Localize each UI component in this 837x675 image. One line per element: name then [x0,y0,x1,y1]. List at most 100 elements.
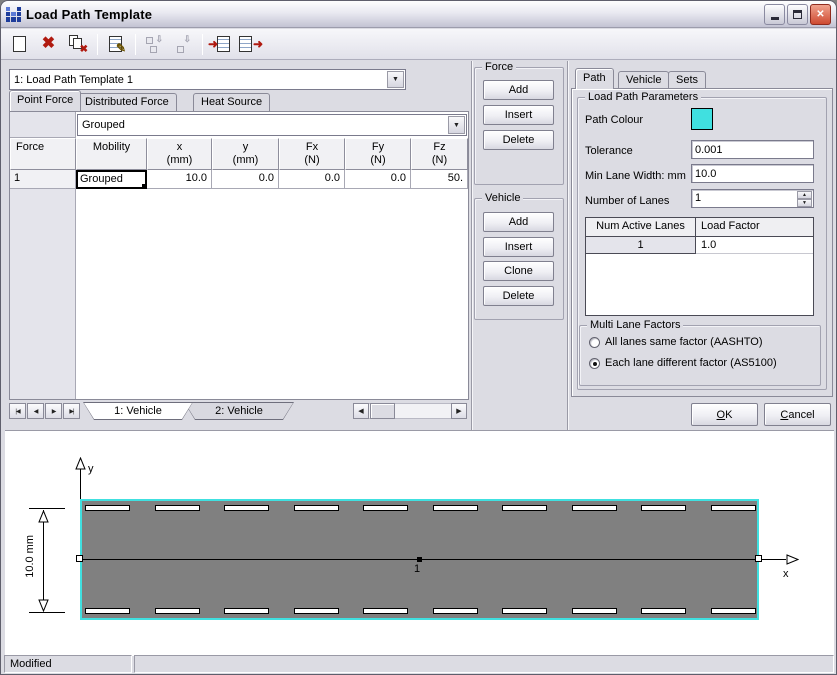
nav-prev-button[interactable]: ◀ [27,403,44,419]
force-grid: Grouped ▼ Force Mobility x(mm) y(mm) Fx(… [9,111,469,400]
lane-dash [641,505,686,511]
lanes-table: Num Active Lanes Load Factor 1 1.0 [585,217,814,316]
delete-all-icon: ✖ [80,45,88,55]
lane-dash [294,608,339,614]
lane-dash [85,505,130,511]
col-header-fz: Fz(N) [411,138,468,170]
template-select[interactable]: 1: Load Path Template 1 ▼ [9,69,406,90]
minimize-button[interactable] [764,4,785,25]
chevron-down-icon[interactable]: ▼ [387,71,404,88]
x-axis-arrow-icon [786,554,799,565]
multi-lane-factors-group: Multi Lane Factors [579,325,821,386]
scroll-left-button[interactable]: ◀ [353,403,369,419]
copy-cell-icon: ⇩ [183,35,191,44]
window-title: Load Path Template [26,7,152,22]
delete-all-button[interactable]: ✖ [64,32,91,57]
maximize-button[interactable] [787,4,808,25]
tab-heat-source[interactable]: Heat Source [193,93,270,111]
row-header-fill [10,189,76,399]
tab-point-force[interactable]: Point Force [9,90,81,111]
tab-vehicle[interactable]: Vehicle [618,71,669,89]
vehicle-clone-button[interactable]: Clone [483,261,554,281]
mobility-combo[interactable]: Grouped ▼ [77,114,467,136]
nav-last-button[interactable]: ▶| [63,403,80,419]
lane-dash [711,608,756,614]
new-template-button[interactable] [6,32,33,57]
multi-lane-factors-title: Multi Lane Factors [587,319,683,331]
cell-icon-2 [150,46,157,53]
vehicle-group-title: Vehicle [482,192,523,204]
delete-button[interactable]: ✖ [35,32,62,57]
load-path-parameters-title: Load Path Parameters [585,91,701,103]
lane-dash [572,505,617,511]
radio-row-as5100[interactable]: Each lane different factor (AS5100) [589,357,777,369]
min-lane-width-input[interactable] [691,164,814,183]
sheet-tab-vehicle-1[interactable]: 1: Vehicle [83,402,193,420]
grid-corner-cell [10,112,76,138]
status-text: Modified [10,658,52,670]
vehicle-add-button[interactable]: Add [483,212,554,232]
dimension-extension-top [29,508,65,509]
path-colour-swatch[interactable] [691,108,713,130]
y-axis-line [80,469,81,499]
tab-sets[interactable]: Sets [668,71,706,89]
vehicle-insert-button[interactable]: Insert [483,237,554,257]
force-insert-button[interactable]: Insert [483,105,554,125]
scrollbar-thumb[interactable] [370,403,395,419]
status-pane-left: Modified [4,655,132,673]
cancel-button[interactable]: Cancel [764,403,831,426]
cell-fz[interactable]: 50. [411,170,468,189]
lanes-cell-factor[interactable]: 1.0 [696,237,813,254]
lane-dash [224,505,269,511]
cell-fx[interactable]: 0.0 [279,170,345,189]
cell-fy[interactable]: 0.0 [345,170,411,189]
dimension-line [43,510,44,611]
vehicle-delete-button[interactable]: Delete [483,286,554,306]
radio-row-aashto[interactable]: All lanes same factor (AASHTO) [589,336,763,348]
close-button[interactable]: ✕ [810,4,831,25]
path-start-handle [76,555,83,562]
export-button[interactable]: ➜ [236,32,263,57]
chevron-down-icon[interactable]: ▼ [448,116,465,134]
cell-mobility[interactable]: Grouped [76,170,147,189]
lane-dash [294,505,339,511]
titlebar[interactable]: Load Path Template ✕ [1,1,836,28]
path-point-label: 1 [414,563,420,575]
cell-y[interactable]: 0.0 [212,170,279,189]
nav-first-button[interactable]: |◀ [9,403,26,419]
lane-dash [363,608,408,614]
dimension-label: 10.0 mm [24,535,36,578]
radio-option[interactable] [589,358,600,369]
scroll-right-button[interactable]: ▶ [451,403,467,419]
edit-template-button[interactable]: ✎ [102,32,129,57]
force-delete-button[interactable]: Delete [483,130,554,150]
radio-option[interactable] [589,337,600,348]
x-axis-label: x [783,568,789,580]
ok-button[interactable]: OK [691,403,758,426]
spin-down-icon[interactable]: ▼ [797,199,812,207]
import-button[interactable]: ➜ [207,32,234,57]
min-lane-width-label: Min Lane Width: mm [585,170,686,182]
tolerance-input[interactable] [691,140,814,159]
import-arrow-icon: ➜ [208,38,218,50]
dimension-arrow-up-icon [38,510,49,523]
number-of-lanes-input[interactable]: 1 ▲ ▼ [691,189,814,208]
dimension-extension-bottom [29,612,65,613]
lane-dash [155,505,200,511]
sheet-tab-vehicle-2[interactable]: 2: Vehicle [184,402,294,420]
col-header-x: x(mm) [147,138,212,170]
lanes-cell-num[interactable]: 1 [586,237,696,254]
copy-down-icon: ⇩ [155,35,163,44]
tab-path[interactable]: Path [575,68,614,89]
force-add-button[interactable]: Add [483,80,554,100]
lane-dash [711,505,756,511]
row-header-1[interactable]: 1 [10,170,76,189]
tab-distributed-force[interactable]: Distributed Force [77,93,177,111]
status-pane-right [134,655,834,673]
cell-x[interactable]: 10.0 [147,170,212,189]
spin-up-icon[interactable]: ▲ [797,191,812,199]
dimension-arrow-down-icon [38,599,49,612]
panel-separator [567,61,569,430]
nav-next-button[interactable]: ▶ [45,403,62,419]
new-document-icon [13,36,26,52]
